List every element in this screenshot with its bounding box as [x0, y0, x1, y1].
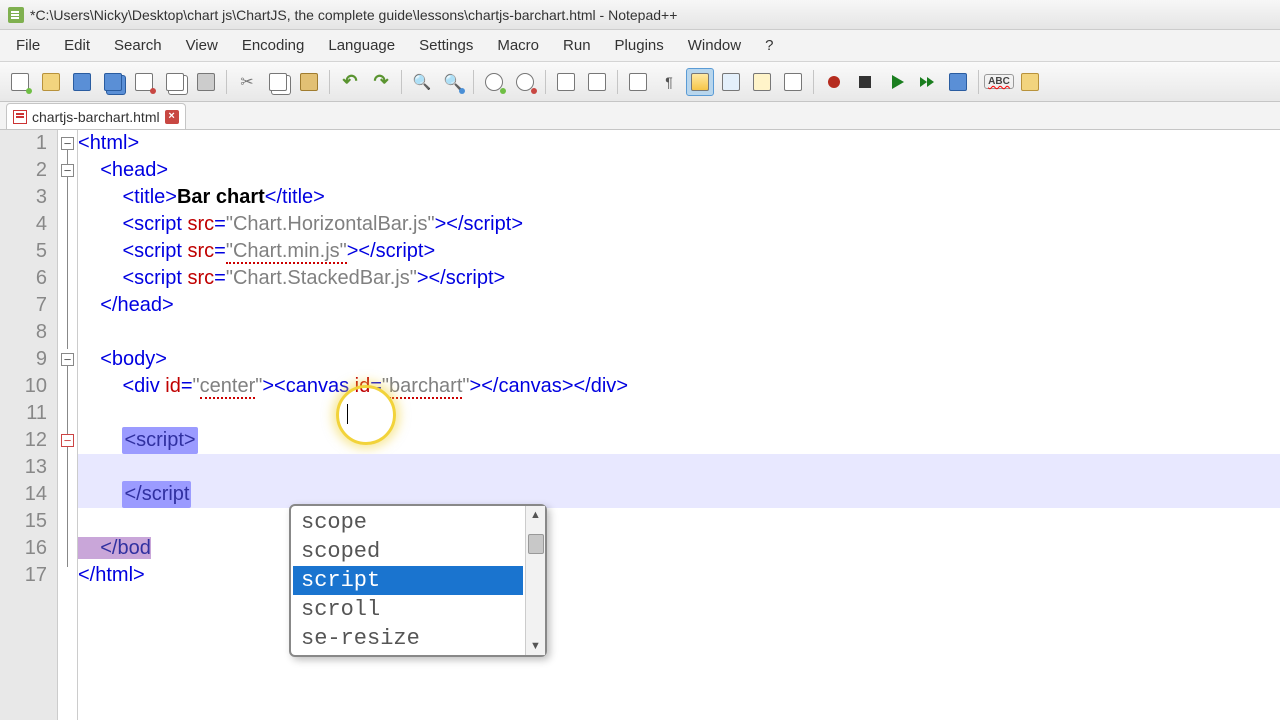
zoom-out-button[interactable] [511, 68, 539, 96]
macro-play-button[interactable] [882, 68, 910, 96]
new-file-button[interactable] [6, 68, 34, 96]
find-button[interactable]: 🔍 [408, 68, 436, 96]
scroll-thumb[interactable] [528, 534, 544, 554]
replace-button[interactable]: 🔍 [439, 68, 467, 96]
open-file-button[interactable] [37, 68, 65, 96]
macro-save-button[interactable] [944, 68, 972, 96]
fold-toggle[interactable]: − [61, 353, 74, 366]
copy-button[interactable] [264, 68, 292, 96]
autocomplete-item[interactable]: scroll [293, 595, 523, 624]
menu-macro[interactable]: Macro [485, 31, 551, 60]
menu-language[interactable]: Language [316, 31, 407, 60]
window-title: *C:\Users\Nicky\Desktop\chart js\ChartJS… [30, 7, 677, 23]
tab-label: chartjs-barchart.html [32, 109, 160, 125]
undo-button[interactable]: ↶ [336, 68, 364, 96]
folder-margin-button[interactable] [717, 68, 745, 96]
close-button[interactable] [130, 68, 158, 96]
tab-bar: chartjs-barchart.html × [0, 102, 1280, 130]
menu-search[interactable]: Search [102, 31, 174, 60]
autocomplete-item[interactable]: scoped [293, 537, 523, 566]
sync-vscroll-button[interactable] [552, 68, 580, 96]
fold-toggle[interactable]: − [61, 137, 74, 150]
code-editor[interactable]: 123 456 789 101112 131415 1617 − − − − <… [0, 130, 1280, 720]
menu-settings[interactable]: Settings [407, 31, 485, 60]
code-area[interactable]: <html> <head> <title>Bar chart</title> <… [78, 130, 1280, 720]
fold-toggle[interactable]: − [61, 164, 74, 177]
html-file-icon [13, 110, 27, 124]
close-all-button[interactable] [161, 68, 189, 96]
title-bar: *C:\Users\Nicky\Desktop\chart js\ChartJS… [0, 0, 1280, 30]
menu-bar: File Edit Search View Encoding Language … [0, 30, 1280, 62]
sync-hscroll-button[interactable] [583, 68, 611, 96]
folder-button[interactable] [1016, 68, 1044, 96]
toolbar: ✂ ↶ ↷ 🔍 🔍 ¶ ABC [0, 62, 1280, 102]
menu-plugins[interactable]: Plugins [603, 31, 676, 60]
autocomplete-item[interactable]: se-resize [293, 624, 523, 653]
cut-button[interactable]: ✂ [233, 68, 261, 96]
macro-stop-button[interactable] [851, 68, 879, 96]
menu-window[interactable]: Window [676, 31, 753, 60]
autocomplete-item-selected[interactable]: script [293, 566, 523, 595]
indent-guide-button[interactable] [686, 68, 714, 96]
autocomplete-popup[interactable]: scope scoped script scroll se-resize ▲ ▼ [289, 504, 547, 657]
menu-run[interactable]: Run [551, 31, 603, 60]
menu-view[interactable]: View [174, 31, 230, 60]
menu-encoding[interactable]: Encoding [230, 31, 317, 60]
fold-column[interactable]: − − − − [58, 130, 78, 720]
zoom-in-button[interactable] [480, 68, 508, 96]
func-list-button[interactable] [779, 68, 807, 96]
wordwrap-button[interactable] [624, 68, 652, 96]
showchars-button[interactable]: ¶ [655, 68, 683, 96]
redo-button[interactable]: ↷ [367, 68, 395, 96]
scroll-up-icon[interactable]: ▲ [526, 506, 545, 524]
autocomplete-item[interactable]: scope [293, 508, 523, 537]
autocomplete-scrollbar[interactable]: ▲ ▼ [525, 506, 545, 655]
menu-file[interactable]: File [4, 31, 52, 60]
save-all-button[interactable] [99, 68, 127, 96]
tab-close-button[interactable]: × [165, 110, 179, 124]
file-tab[interactable]: chartjs-barchart.html × [6, 103, 186, 129]
save-button[interactable] [68, 68, 96, 96]
line-gutter: 123 456 789 101112 131415 1617 [0, 130, 58, 720]
macro-ff-button[interactable] [913, 68, 941, 96]
menu-help[interactable]: ? [753, 31, 785, 60]
app-icon [8, 7, 24, 23]
print-button[interactable] [192, 68, 220, 96]
menu-edit[interactable]: Edit [52, 31, 102, 60]
spellcheck-button[interactable]: ABC [985, 68, 1013, 96]
fold-toggle[interactable]: − [61, 434, 74, 447]
text-cursor-icon [347, 404, 348, 424]
doc-map-button[interactable] [748, 68, 776, 96]
macro-record-button[interactable] [820, 68, 848, 96]
scroll-down-icon[interactable]: ▼ [526, 637, 545, 655]
paste-button[interactable] [295, 68, 323, 96]
